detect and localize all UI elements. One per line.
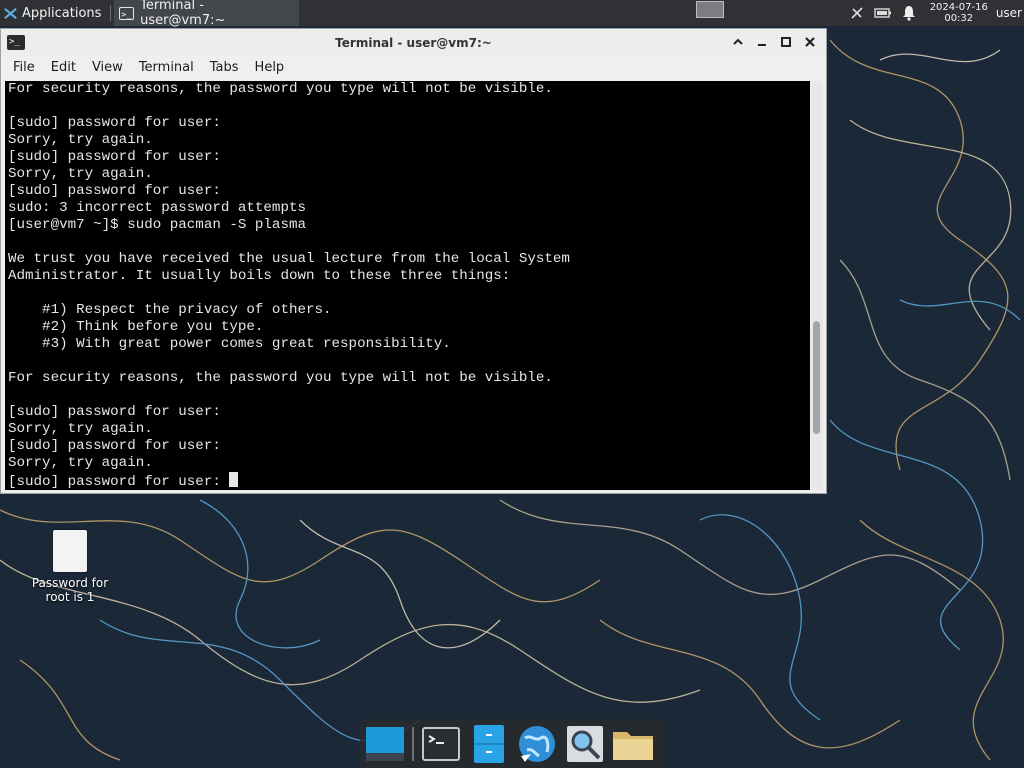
dock-app-finder-button[interactable] bbox=[564, 723, 606, 765]
terminal-line bbox=[5, 387, 810, 404]
menu-help[interactable]: Help bbox=[247, 56, 293, 80]
terminal-line: Sorry, try again. bbox=[8, 455, 153, 471]
dock-panel bbox=[360, 719, 664, 768]
web-browser-icon bbox=[519, 725, 555, 762]
battery-icon[interactable] bbox=[873, 5, 892, 21]
terminal-line: #3) With great power comes great respons… bbox=[8, 336, 451, 352]
show-desktop-button[interactable] bbox=[364, 723, 406, 765]
window-controls bbox=[728, 33, 820, 51]
menu-terminal[interactable]: Terminal bbox=[131, 56, 202, 80]
terminal-line: Administrator. It usually boils down to … bbox=[8, 268, 511, 284]
notification-bell-icon[interactable] bbox=[900, 5, 918, 21]
dock-file-manager-button[interactable] bbox=[612, 723, 654, 765]
folder-icon bbox=[613, 731, 653, 760]
terminal-line bbox=[5, 353, 810, 370]
window-title: Terminal - user@vm7:~ bbox=[335, 35, 492, 50]
minimize-button[interactable] bbox=[752, 33, 772, 51]
clock-time: 00:32 bbox=[944, 13, 974, 24]
system-tray: 2024-07-16 00:32 user bbox=[844, 0, 1024, 26]
close-icon bbox=[805, 37, 815, 47]
terminal-window: >_ Terminal - user@vm7:~ File Edit View … bbox=[0, 28, 827, 494]
text-file-icon bbox=[53, 530, 87, 572]
taskbar-window-title: Terminal - user@vm7:~ bbox=[140, 0, 226, 28]
terminal-line bbox=[5, 98, 810, 115]
terminal-line bbox=[5, 234, 810, 251]
clock-date: 2024-07-16 bbox=[929, 2, 988, 13]
dock-separator bbox=[412, 726, 414, 761]
dock-file-cabinet-button[interactable] bbox=[468, 723, 510, 765]
text-cursor bbox=[229, 472, 239, 487]
terminal-line: [sudo] password for user: bbox=[8, 115, 221, 131]
panel-separator bbox=[110, 5, 112, 21]
shade-button[interactable] bbox=[728, 33, 748, 51]
terminal-output[interactable]: For security reasons, the password you t… bbox=[5, 81, 810, 490]
terminal-line: For security reasons, the password you t… bbox=[8, 370, 553, 386]
terminal-line: We trust you have received the usual lec… bbox=[8, 251, 570, 267]
terminal-line: #1) Respect the privacy of others. bbox=[8, 302, 332, 318]
chevron-up-icon bbox=[733, 38, 743, 45]
terminal-prompt-line[interactable]: [sudo] password for user: bbox=[5, 472, 810, 490]
terminal-line: Sorry, try again. bbox=[8, 166, 153, 182]
panel-clock[interactable]: 2024-07-16 00:32 bbox=[930, 2, 988, 24]
xfce-logo-icon bbox=[4, 7, 17, 19]
terminal-line: For security reasons, the password you t… bbox=[8, 81, 553, 97]
dock-terminal-button[interactable] bbox=[420, 723, 462, 765]
close-button[interactable] bbox=[800, 33, 820, 51]
applications-menu-button[interactable]: Applications bbox=[0, 0, 107, 26]
terminal-scrollbar[interactable] bbox=[811, 81, 823, 490]
taskbar-terminal-button[interactable]: >_ Terminal - user@vm7:~ bbox=[114, 0, 300, 28]
terminal-line: [sudo] password for user: bbox=[8, 404, 221, 420]
desktop-file-icon[interactable]: Password for root is 1 bbox=[24, 530, 116, 604]
menu-view[interactable]: View bbox=[84, 56, 131, 80]
maximize-icon bbox=[781, 37, 791, 47]
prompt-text: [sudo] password for user: bbox=[8, 474, 230, 490]
network-disconnected-icon[interactable] bbox=[848, 5, 866, 21]
terminal-line: [sudo] password for user: bbox=[8, 183, 221, 199]
user-menu[interactable]: user bbox=[996, 6, 1022, 20]
terminal-line bbox=[5, 285, 810, 302]
menu-file[interactable]: File bbox=[5, 56, 43, 80]
desktop-file-label: Password for root is 1 bbox=[31, 576, 109, 604]
file-cabinet-icon bbox=[474, 724, 504, 763]
terminal-line: Sorry, try again. bbox=[8, 132, 153, 148]
terminal-icon bbox=[422, 726, 460, 761]
minimize-icon bbox=[758, 44, 766, 46]
menu-tabs[interactable]: Tabs bbox=[202, 56, 247, 80]
terminal-line: [sudo] password for user: bbox=[8, 438, 221, 454]
maximize-button[interactable] bbox=[776, 33, 796, 51]
show-desktop-icon bbox=[366, 726, 404, 761]
applications-label: Applications bbox=[22, 5, 102, 21]
workspace-switcher[interactable] bbox=[696, 1, 724, 18]
dock-web-browser-button[interactable] bbox=[516, 723, 558, 765]
terminal-line: [user@vm7 ~]$ sudo pacman -S plasma bbox=[8, 217, 306, 233]
menu-bar: File Edit View Terminal Tabs Help bbox=[1, 56, 826, 80]
menu-edit[interactable]: Edit bbox=[43, 56, 84, 80]
top-panel: Applications >_ Terminal - user@vm7:~ 20… bbox=[0, 0, 1024, 28]
terminal-line: #2) Think before you type. bbox=[8, 319, 264, 335]
app-finder-icon bbox=[567, 725, 603, 762]
terminal-icon: >_ bbox=[119, 6, 135, 20]
terminal-line: sudo: 3 incorrect password attempts bbox=[8, 200, 306, 216]
terminal-line: Sorry, try again. bbox=[8, 421, 153, 437]
window-titlebar[interactable]: >_ Terminal - user@vm7:~ bbox=[1, 29, 826, 56]
terminal-line: [sudo] password for user: bbox=[8, 149, 221, 165]
scrollbar-thumb[interactable] bbox=[813, 321, 820, 434]
